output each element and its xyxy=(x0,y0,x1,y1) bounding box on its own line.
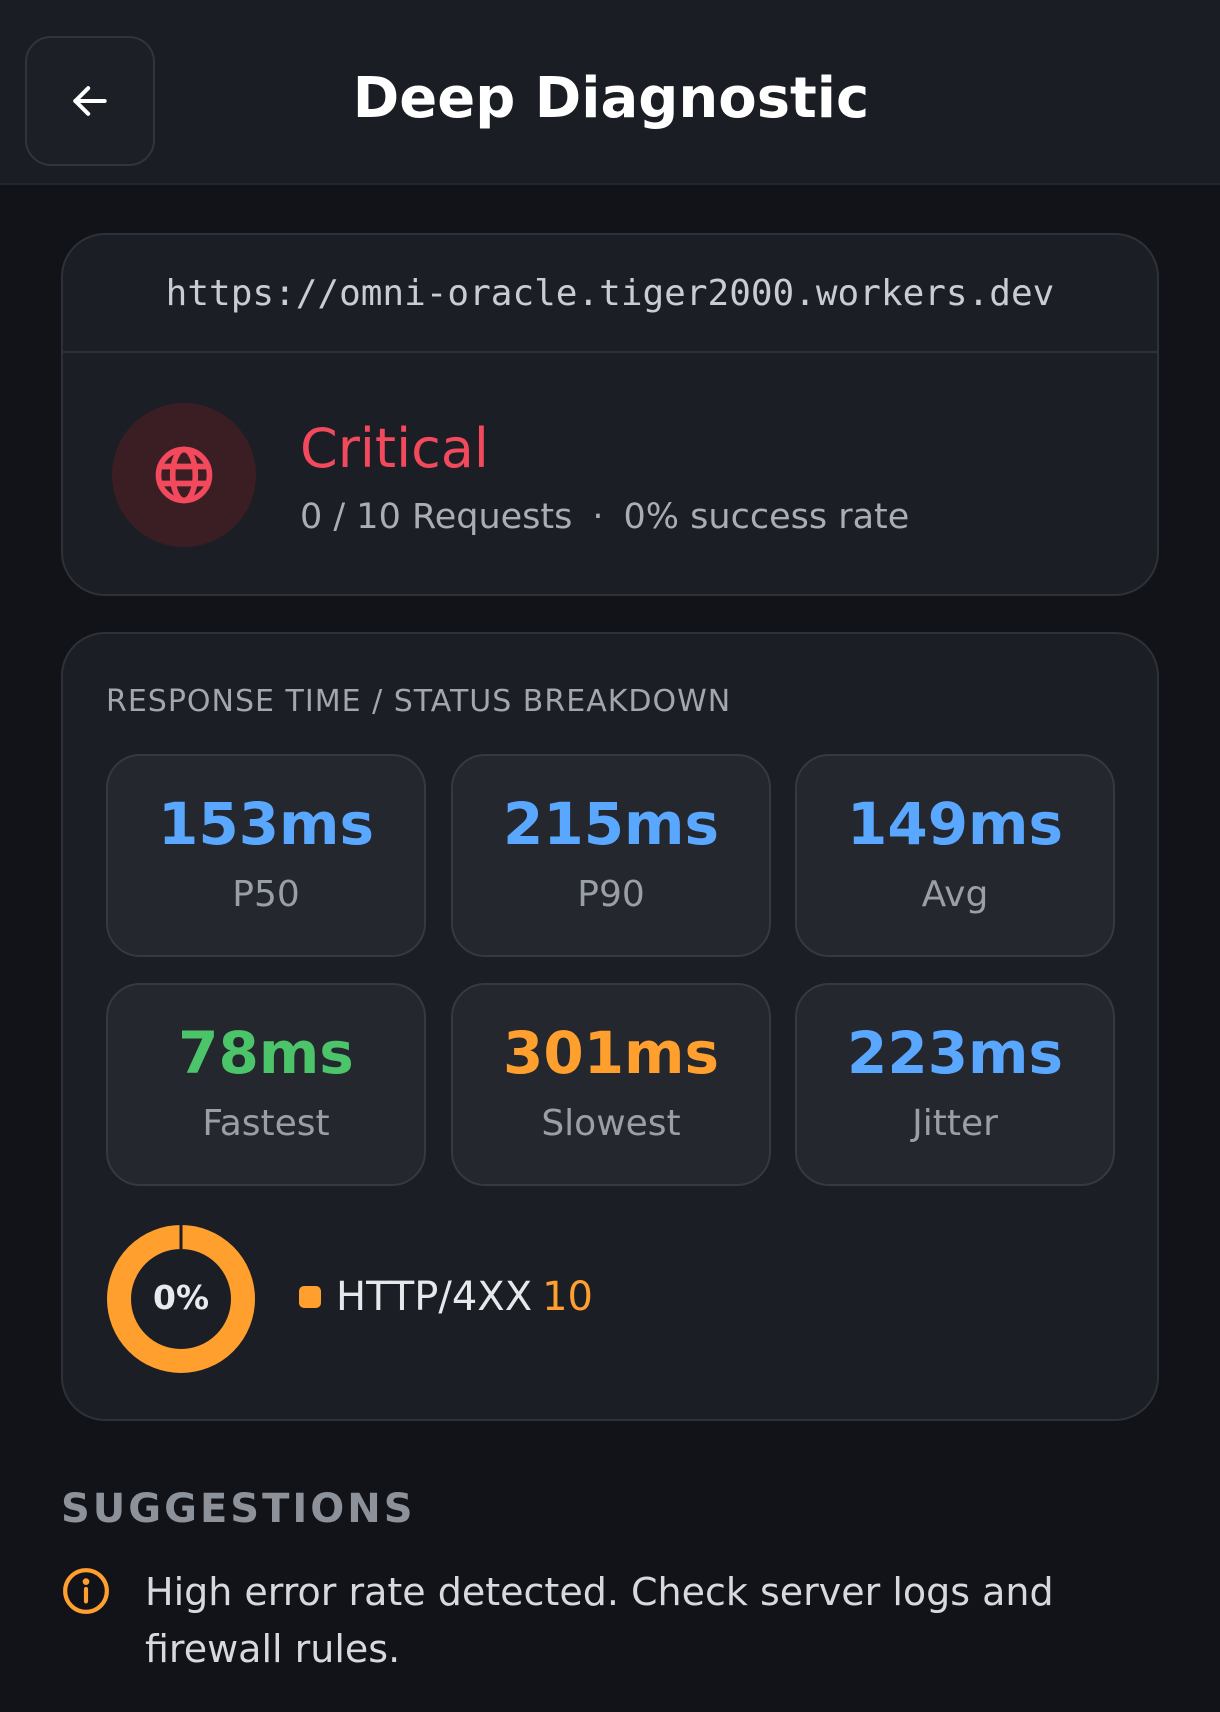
metric-label: Avg xyxy=(921,874,989,915)
legend-count: 10 xyxy=(542,1274,593,1320)
metric-value: 301ms xyxy=(502,1019,720,1087)
status-details: 0 / 10 Requests · 0% success rate xyxy=(300,497,909,537)
status-donut: 0% xyxy=(106,1224,256,1374)
metric-tile-p90: 215ms P90 xyxy=(451,754,771,957)
suggestions-title: SUGGESTIONS xyxy=(61,1486,416,1532)
metric-value: 223ms xyxy=(846,1019,1064,1087)
metric-label: Fastest xyxy=(202,1103,330,1144)
status-summary: Critical 0 / 10 Requests · 0% success rate xyxy=(63,353,1157,596)
status-level: Critical xyxy=(300,417,489,480)
legend-label: HTTP/4XX xyxy=(336,1274,533,1320)
separator-dot: · xyxy=(592,497,604,537)
metric-value: 153ms xyxy=(157,790,375,858)
metric-value: 78ms xyxy=(178,1019,354,1087)
suggestion-text: High error rate detected. Check server l… xyxy=(145,1570,1054,1671)
target-url: https://omni-oracle.tiger2000.workers.de… xyxy=(63,235,1157,353)
request-count: 0 / 10 Requests xyxy=(300,497,573,537)
metric-value: 149ms xyxy=(846,790,1064,858)
metric-label: Slowest xyxy=(541,1103,681,1144)
metric-label: P90 xyxy=(577,874,645,915)
metric-tile-avg: 149ms Avg xyxy=(795,754,1115,957)
target-summary-card: https://omni-oracle.tiger2000.workers.de… xyxy=(61,233,1159,596)
metric-tile-fastest: 78ms Fastest xyxy=(106,983,426,1186)
metric-label: P50 xyxy=(232,874,300,915)
section-label: RESPONSE TIME / STATUS BREAKDOWN xyxy=(106,684,732,719)
response-metrics-card: RESPONSE TIME / STATUS BREAKDOWN 153ms P… xyxy=(61,632,1159,1421)
legend-swatch xyxy=(299,1286,321,1308)
info-icon xyxy=(63,1568,109,1614)
metric-label: Jitter xyxy=(912,1103,998,1144)
metric-tile-p50: 153ms P50 xyxy=(106,754,426,957)
status-legend: HTTP/4XX 10 xyxy=(299,1274,593,1320)
globe-icon xyxy=(155,446,213,504)
page-title: Deep Diagnostic xyxy=(352,66,870,131)
top-app-bar: Deep Diagnostic xyxy=(0,0,1220,185)
success-rate: 0% success rate xyxy=(623,497,910,537)
status-icon-badge xyxy=(112,403,256,547)
metric-tile-slowest: 301ms Slowest xyxy=(451,983,771,1186)
metric-tile-jitter: 223ms Jitter xyxy=(795,983,1115,1186)
donut-percent: 0% xyxy=(152,1278,210,1317)
metric-value: 215ms xyxy=(502,790,720,858)
